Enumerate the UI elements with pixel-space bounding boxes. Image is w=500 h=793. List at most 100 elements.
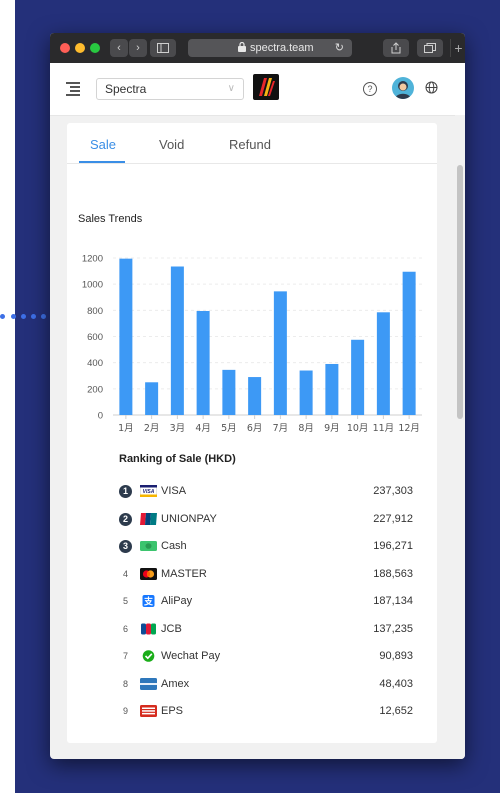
back-button[interactable]: ‹: [110, 39, 128, 57]
sales-trends-chart: 0 200 400 600 800 1000 1200 1月 2月 3月 4月 5月 6月 7月 8月 9月 1…: [82, 254, 422, 434]
payment-method-name: VISA: [161, 485, 187, 497]
bar-2[interactable]: [145, 382, 159, 415]
bar-8[interactable]: [299, 370, 313, 415]
bar-12[interactable]: [402, 271, 416, 415]
sidebar-toggle-button[interactable]: [150, 39, 176, 57]
ranking-row: 5 支 AliPay 187,134: [119, 593, 419, 611]
payment-method-name: MASTER: [161, 567, 207, 580]
x-tick-label: 11月: [373, 423, 395, 434]
sale-amount: 12,652: [379, 705, 413, 717]
rank-badge: 6: [122, 623, 128, 634]
x-tick-label: 8月: [298, 423, 314, 434]
mastercard-icon: [140, 567, 157, 580]
browser-window: ‹ › spectra.team ↻ + Spectra ∨ ? Sale Vo…: [50, 33, 465, 759]
svg-text:支: 支: [143, 596, 154, 608]
rank-badge: 3: [119, 540, 132, 553]
rank-badge: 1: [119, 485, 132, 498]
close-window-button[interactable]: [60, 43, 70, 53]
ranking-title: Ranking of Sale (HKD): [119, 453, 236, 465]
bar-7[interactable]: [273, 291, 287, 415]
merchant-select-value: Spectra: [105, 82, 147, 96]
y-tick-label: 200: [87, 384, 103, 395]
y-tick-label: 800: [87, 306, 103, 317]
tabs-overview-button[interactable]: [417, 39, 443, 57]
unionpay-icon: [140, 512, 157, 525]
y-tick-label: 600: [87, 332, 103, 343]
menu-icon[interactable]: [66, 81, 80, 96]
tabs-icon: [424, 43, 436, 53]
bar-4[interactable]: [196, 310, 210, 415]
forward-button[interactable]: ›: [129, 39, 147, 57]
chevron-down-icon: ∨: [227, 83, 235, 94]
wechat-pay-icon: [140, 650, 157, 662]
bar-5[interactable]: [222, 369, 236, 415]
ranking-row: 1 VISA VISA 237,303: [119, 483, 419, 501]
ranking-row: 2 UNIONPAY 227,912: [119, 511, 419, 529]
app-header: Spectra ∨ ?: [50, 63, 465, 116]
brand-logo: [253, 74, 279, 100]
payment-method-name: UNIONPAY: [161, 512, 217, 525]
minimize-window-button[interactable]: [75, 43, 85, 53]
sale-amount: 90,893: [379, 650, 413, 662]
share-button[interactable]: [383, 39, 409, 57]
payment-method-name: EPS: [161, 705, 184, 717]
share-icon: [391, 42, 401, 54]
jcb-icon: [140, 623, 157, 635]
scrollbar-thumb[interactable]: [457, 165, 463, 419]
ranking-row: 3 Cash 196,271: [119, 538, 419, 556]
bar-10[interactable]: [351, 339, 365, 415]
x-tick-label: 7月: [273, 423, 289, 434]
sale-amount: 227,912: [373, 512, 413, 525]
bar-9[interactable]: [325, 363, 339, 415]
x-tick-label: 4月: [195, 423, 211, 434]
bar-1[interactable]: [119, 258, 133, 415]
alipay-icon: 支: [140, 595, 157, 608]
active-tab-indicator: [79, 161, 125, 163]
y-tick-label: 0: [98, 411, 103, 422]
x-tick-label: 6月: [247, 423, 263, 434]
new-tab-button[interactable]: +: [450, 39, 465, 57]
dashboard-card: Sale Void Refund Sales Trends 0 200 400 600…: [67, 123, 437, 743]
cash-icon: [140, 540, 157, 552]
bar-6[interactable]: [248, 377, 262, 415]
ranking-row: 6 JCB 137,235: [119, 621, 419, 639]
payment-method-name: Cash: [161, 540, 187, 552]
reload-icon[interactable]: ↻: [335, 41, 344, 54]
sale-amount: 237,303: [373, 485, 413, 497]
rank-badge: 9: [122, 706, 128, 716]
ranking-row: 9 EPS 12,652: [119, 703, 419, 721]
x-tick-label: 5月: [221, 423, 237, 434]
payment-method-name: JCB: [161, 622, 182, 635]
eps-icon: [140, 705, 157, 717]
lock-icon: [238, 42, 246, 52]
sale-amount: 188,563: [373, 567, 413, 580]
x-tick-label: 9月: [324, 423, 340, 434]
ranking-row: 4 MASTER 188,563: [119, 566, 419, 584]
help-icon[interactable]: ?: [363, 82, 377, 96]
y-tick-label: 400: [87, 358, 103, 369]
svg-text:VISA: VISA: [143, 489, 155, 495]
bar-11[interactable]: [376, 312, 390, 415]
avatar[interactable]: [392, 77, 414, 99]
browser-titlebar: ‹ › spectra.team ↻ +: [50, 33, 465, 63]
zoom-window-button[interactable]: [90, 43, 100, 53]
tab-sale[interactable]: Sale: [90, 137, 116, 152]
payment-method-name: Wechat Pay: [161, 650, 221, 662]
rank-badge: 8: [122, 678, 128, 689]
payment-method-name: AliPay: [161, 595, 193, 607]
globe-icon[interactable]: [425, 81, 438, 94]
tab-refund[interactable]: Refund: [229, 137, 271, 152]
x-tick-label: 3月: [170, 423, 186, 434]
y-tick-label: 1000: [82, 280, 103, 291]
ranking-row: 8 Amex 48,403: [119, 676, 419, 694]
tab-void[interactable]: Void: [159, 137, 184, 152]
merchant-select[interactable]: Spectra ∨: [96, 78, 244, 100]
url-text: spectra.team: [250, 42, 314, 54]
sale-amount: 137,235: [373, 622, 413, 635]
x-tick-label: 10月: [347, 423, 369, 434]
sale-amount: 196,271: [373, 540, 413, 552]
sidebar-icon: [157, 43, 169, 53]
amex-icon: [140, 677, 157, 690]
bar-3[interactable]: [170, 266, 184, 415]
address-bar[interactable]: spectra.team ↻: [188, 39, 352, 57]
